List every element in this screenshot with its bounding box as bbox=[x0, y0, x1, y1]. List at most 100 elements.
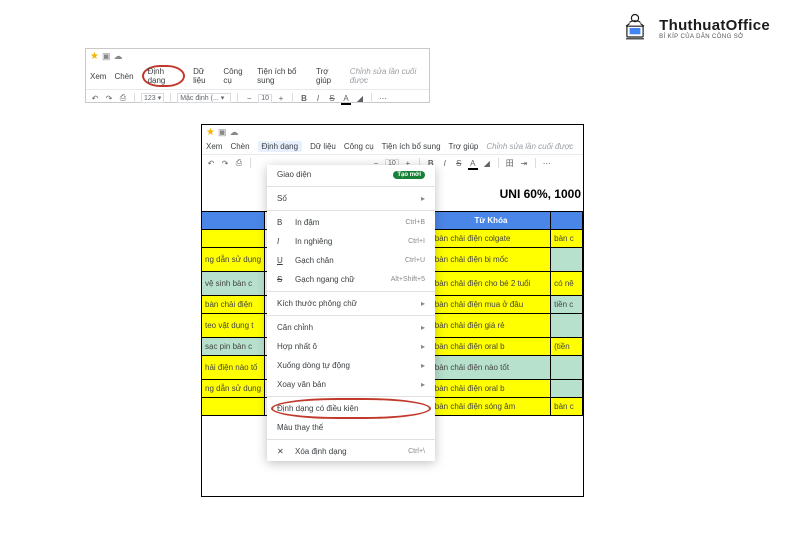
cell[interactable]: bàn chải điện cho bé 2 tuổi bbox=[432, 272, 551, 295]
cell[interactable] bbox=[551, 314, 583, 337]
text-color-button[interactable]: A bbox=[341, 92, 351, 104]
cell[interactable]: bàn chải điện bị mốc bbox=[432, 248, 551, 271]
more-icon[interactable]: ⋯ bbox=[542, 157, 552, 169]
menu-tienich[interactable]: Tiện ích bổ sung bbox=[382, 142, 441, 151]
redo-icon[interactable]: ↷ bbox=[220, 157, 230, 169]
print-icon[interactable]: ⎙ bbox=[118, 92, 128, 104]
logo-title: ThuthuatOffice bbox=[659, 17, 770, 34]
cell[interactable]: tiền c bbox=[551, 296, 583, 313]
strike-button[interactable]: S bbox=[327, 92, 337, 104]
star-icon[interactable]: ★ bbox=[90, 51, 99, 62]
undo-icon[interactable]: ↶ bbox=[90, 92, 100, 104]
cell[interactable]: hải điện nào tố bbox=[202, 356, 265, 379]
cell[interactable]: bàn chải điện mua ở đâu bbox=[432, 296, 551, 313]
menu-xem[interactable]: Xem bbox=[206, 142, 222, 151]
dd-alt-colors[interactable]: Màu thay thế bbox=[267, 418, 435, 437]
chevron-right-icon: ▸ bbox=[421, 361, 425, 370]
background-window: ★ ▣ ☁ Xem Chèn Định dạng Dữ liệu Công cụ… bbox=[85, 48, 430, 103]
dd-theme[interactable]: Giao diện Tạo mới bbox=[267, 165, 435, 184]
col-header bbox=[551, 212, 583, 229]
last-edit[interactable]: Chỉnh sửa lần cuối được bbox=[486, 142, 573, 151]
star-icon[interactable]: ★ bbox=[206, 127, 215, 138]
font-select[interactable]: Mặc định (... ▾ bbox=[177, 93, 231, 103]
cell[interactable]: bàn chải điện oral b bbox=[432, 380, 551, 397]
foreground-window: ★ ▣ ☁ Xem Chèn Định dạng Dữ liệu Công cụ… bbox=[201, 124, 584, 497]
chevron-right-icon: ▸ bbox=[421, 194, 425, 203]
redo-icon[interactable]: ↷ bbox=[104, 92, 114, 104]
cell[interactable]: bàn chải điện nào tốt bbox=[432, 356, 551, 379]
italic-button[interactable]: I bbox=[313, 92, 323, 104]
merge-icon[interactable]: ⇥ bbox=[519, 157, 529, 169]
menu-chen[interactable]: Chèn bbox=[230, 142, 249, 151]
cell[interactable]: có nê bbox=[551, 272, 583, 295]
dd-align[interactable]: Căn chỉnh ▸ bbox=[267, 318, 435, 337]
menu-dulieu[interactable]: Dữ liệu bbox=[193, 67, 215, 85]
font-size[interactable]: 10 bbox=[258, 94, 272, 103]
cloud-icon[interactable]: ☁ bbox=[113, 51, 122, 62]
toolbar: ↶ ↷ ⎙ 123 ▾ Mặc định (... ▾ − 10 + B I S… bbox=[86, 89, 429, 106]
chevron-right-icon: ▸ bbox=[421, 323, 425, 332]
zoom-select[interactable]: 123 ▾ bbox=[141, 93, 164, 103]
move-icon[interactable]: ▣ bbox=[218, 127, 227, 138]
text-color-button[interactable]: A bbox=[468, 157, 478, 169]
cell[interactable] bbox=[551, 380, 583, 397]
cell[interactable]: bàn chải điện sóng âm bbox=[432, 398, 551, 415]
menu-tienich[interactable]: Tiện ích bổ sung bbox=[257, 67, 308, 85]
size-minus[interactable]: − bbox=[244, 92, 254, 104]
cell[interactable]: bàn c bbox=[551, 398, 583, 415]
cell[interactable]: bàn chải điện bbox=[202, 296, 265, 313]
cell[interactable]: (tiền bbox=[551, 338, 583, 355]
menu-dulieu[interactable]: Dữ liệu bbox=[310, 142, 336, 151]
dd-italic[interactable]: IIn nghiêng Ctrl+I bbox=[267, 232, 435, 251]
dd-fontsize[interactable]: Kích thước phông chữ ▸ bbox=[267, 294, 435, 313]
sheet-title: UNI 60%, 1000 bbox=[441, 187, 581, 201]
borders-icon[interactable]: 田 bbox=[505, 157, 515, 169]
cell[interactable]: teo vật dụng t bbox=[202, 314, 265, 337]
chevron-right-icon: ▸ bbox=[421, 342, 425, 351]
new-pill: Tạo mới bbox=[393, 171, 425, 179]
fill-color-button[interactable]: ◢ bbox=[355, 92, 365, 104]
italic-button[interactable]: I bbox=[440, 157, 450, 169]
undo-icon[interactable]: ↶ bbox=[206, 157, 216, 169]
cell[interactable] bbox=[551, 356, 583, 379]
fill-color-button[interactable]: ◢ bbox=[482, 157, 492, 169]
cell[interactable]: bàn chải điện giá rẻ bbox=[432, 314, 551, 337]
cell[interactable]: vệ sinh bàn c bbox=[202, 272, 265, 295]
more-icon[interactable]: ⋯ bbox=[378, 92, 388, 104]
menu-trogiup[interactable]: Trợ giúp bbox=[316, 67, 342, 85]
size-plus[interactable]: + bbox=[276, 92, 286, 104]
dd-strike[interactable]: SGạch ngang chữ Alt+Shift+5 bbox=[267, 270, 435, 289]
cell[interactable] bbox=[551, 248, 583, 271]
dd-conditional-format[interactable]: Định dạng có điều kiện bbox=[267, 399, 435, 418]
menu-chen[interactable]: Chèn bbox=[114, 72, 133, 81]
menu-dinhdang[interactable]: Định dạng bbox=[142, 65, 186, 87]
dd-merge[interactable]: Hợp nhất ô ▸ bbox=[267, 337, 435, 356]
menu-congcu[interactable]: Công cụ bbox=[344, 142, 374, 151]
move-icon[interactable]: ▣ bbox=[102, 51, 111, 62]
cell[interactable]: bàn chải điện oral b bbox=[432, 338, 551, 355]
cell[interactable]: bàn c bbox=[551, 230, 583, 247]
menu-congcu[interactable]: Công cụ bbox=[223, 67, 249, 85]
cloud-icon[interactable]: ☁ bbox=[229, 127, 238, 138]
cell[interactable] bbox=[202, 230, 265, 247]
menu-dinhdang[interactable]: Định dạng bbox=[258, 141, 302, 152]
bold-button[interactable]: B bbox=[299, 92, 309, 104]
last-edit[interactable]: Chỉnh sửa lần cuối được bbox=[350, 67, 425, 85]
print-icon[interactable]: ⎙ bbox=[234, 157, 244, 169]
cell[interactable] bbox=[202, 398, 265, 415]
col-header-keyword: Từ Khóa bbox=[432, 212, 551, 229]
cell[interactable]: ng dẫn sử dụng bbox=[202, 380, 265, 397]
menu-trogiup[interactable]: Trợ giúp bbox=[449, 142, 479, 151]
dd-bold[interactable]: BIn đậm Ctrl+B bbox=[267, 213, 435, 232]
dd-wrap[interactable]: Xuống dòng tự động ▸ bbox=[267, 356, 435, 375]
dd-clear-format[interactable]: ✕Xóa định dạng Ctrl+\ bbox=[267, 442, 435, 461]
cell[interactable]: ng dẫn sử dụng bbox=[202, 248, 265, 271]
cell[interactable]: sạc pin bàn c bbox=[202, 338, 265, 355]
dd-number[interactable]: Số ▸ bbox=[267, 189, 435, 208]
dd-underline[interactable]: UGạch chân Ctrl+U bbox=[267, 251, 435, 270]
cell[interactable]: bàn chải điện colgate bbox=[432, 230, 551, 247]
dd-rotate[interactable]: Xoay văn bản ▸ bbox=[267, 375, 435, 394]
chevron-right-icon: ▸ bbox=[421, 299, 425, 308]
strike-button[interactable]: S bbox=[454, 157, 464, 169]
menu-xem[interactable]: Xem bbox=[90, 72, 106, 81]
